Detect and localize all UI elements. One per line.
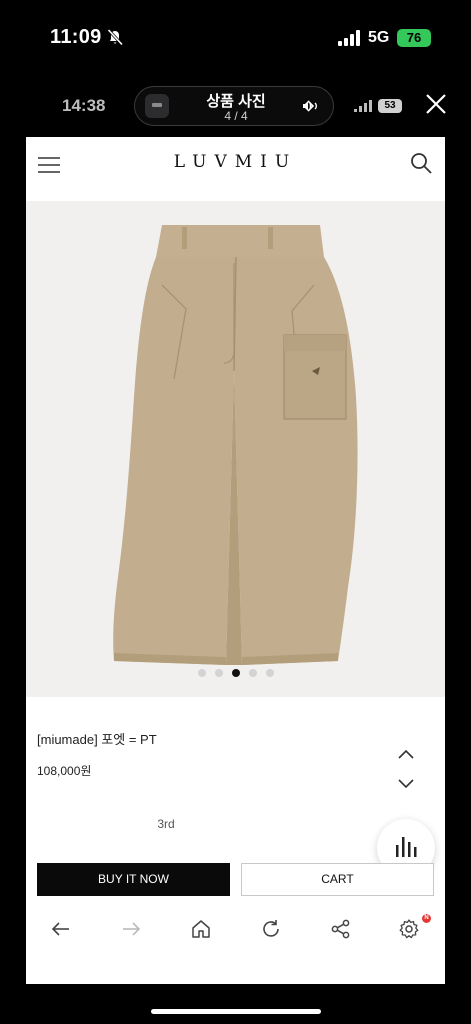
carousel-dot[interactable] <box>215 669 223 677</box>
thumbnail-icon <box>145 94 169 118</box>
carousel-dot-active[interactable] <box>232 669 240 677</box>
status-time: 11:09 <box>50 26 102 48</box>
carousel-dot[interactable] <box>249 669 257 677</box>
status-bar: 11:09 5G 76 <box>0 0 471 76</box>
carousel-dot[interactable] <box>266 669 274 677</box>
close-icon[interactable] <box>424 92 448 116</box>
product-price: 108,000원 <box>37 764 92 778</box>
product-image-carousel[interactable] <box>26 201 445 697</box>
site-header: LUVMIU <box>26 137 445 201</box>
buy-now-button[interactable]: BUY IT NOW <box>37 863 230 896</box>
site-logo[interactable]: LUVMIU <box>26 152 445 172</box>
viewer-signal-icon <box>354 100 372 112</box>
share-icon[interactable] <box>330 918 352 940</box>
photo-viewer-bar: 14:38 상품 사진 4 / 4 53 <box>0 84 471 128</box>
bluetooth-audio-icon <box>303 100 317 112</box>
viewer-battery: 53 <box>378 99 402 113</box>
cellular-signal-icon <box>338 30 360 46</box>
product-photo <box>113 225 358 665</box>
browser-toolbar: N <box>26 912 445 962</box>
web-page: LUVMIU [miumade] 포엣 = PT 108,000원 3rd BU… <box>26 137 445 984</box>
forward-arrow-icon[interactable] <box>120 918 142 940</box>
viewer-battery-level: 53 <box>384 100 396 111</box>
carousel-dot[interactable] <box>198 669 206 677</box>
option-label: 3rd <box>157 817 175 831</box>
back-arrow-icon[interactable] <box>50 918 72 940</box>
search-icon[interactable] <box>410 152 432 174</box>
chevron-up-icon[interactable] <box>396 747 416 761</box>
chevron-down-icon[interactable] <box>396 777 416 791</box>
viewer-time: 14:38 <box>62 96 106 115</box>
settings-gear-icon[interactable] <box>398 918 420 940</box>
photo-counter: 4 / 4 <box>224 109 248 123</box>
bar-chart-icon <box>396 837 417 857</box>
notification-badge: N <box>422 914 431 923</box>
battery-level: 76 <box>406 30 422 45</box>
carousel-pagination <box>196 669 274 679</box>
home-icon[interactable] <box>190 918 212 940</box>
network-type: 5G <box>368 29 390 46</box>
refresh-icon[interactable] <box>260 918 282 940</box>
product-name: [miumade] 포엣 = PT <box>37 732 157 747</box>
bell-slash-icon <box>107 28 124 46</box>
media-title-pill[interactable]: 상품 사진 4 / 4 <box>134 86 334 126</box>
home-indicator[interactable] <box>151 1009 321 1014</box>
cart-button[interactable]: CART <box>241 863 434 896</box>
battery-indicator: 76 <box>397 29 431 47</box>
viewer-title: 상품 사진 <box>206 93 266 110</box>
